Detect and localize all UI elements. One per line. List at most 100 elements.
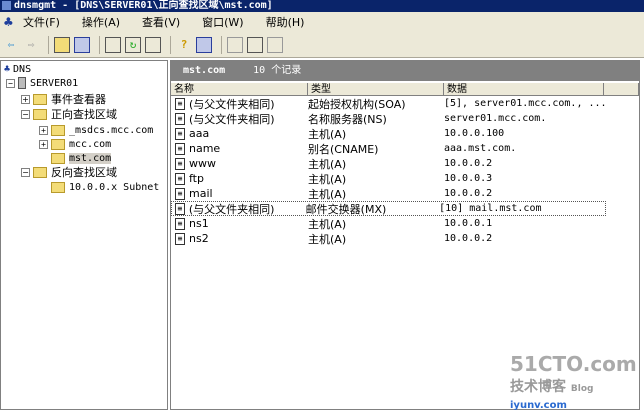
separator	[221, 35, 222, 54]
column-empty	[604, 83, 639, 95]
zone-header: mst.com 10 个记录	[171, 61, 639, 81]
help-icon[interactable]: ?	[176, 37, 192, 53]
record-type: 主机(A)	[308, 157, 347, 171]
tree-node-zone[interactable]: + mcc.com	[39, 137, 111, 151]
show-tree-icon[interactable]	[74, 36, 90, 53]
forward-icon[interactable]: ⇨	[23, 37, 39, 53]
zone-icon	[51, 181, 65, 193]
record-row[interactable]: ≡ (与父文件夹相同) 名称服务器(NS) server01.mcc.com.	[171, 111, 639, 126]
zone-icon	[51, 152, 65, 164]
record-data: 10.0.0.100	[444, 128, 505, 139]
tree-node-dns[interactable]: ♣ DNS	[4, 62, 31, 76]
record-type: 邮件交换器(MX)	[305, 202, 387, 216]
record-type: 主机(A)	[308, 127, 347, 141]
record-icon[interactable]	[247, 36, 263, 53]
event-viewer-icon	[33, 93, 47, 105]
record-type: 起始授权机构(SOA)	[308, 97, 406, 111]
record-data: 10.0.0.2	[444, 158, 493, 169]
record-name: ns1	[189, 217, 209, 230]
back-icon[interactable]: ⇦	[3, 37, 19, 53]
record-row[interactable]: ≡ name 别名(CNAME) aaa.mst.com.	[171, 141, 639, 156]
record-name: www	[189, 157, 216, 170]
tree-node-event-viewer[interactable]: + 事件查看器	[21, 92, 106, 106]
record-row[interactable]: ≡ (与父文件夹相同) 邮件交换器(MX) [10] mail.mst.com	[171, 201, 606, 216]
expand-icon[interactable]: +	[39, 139, 48, 149]
column-name[interactable]: 名称	[171, 83, 308, 95]
export-list-icon[interactable]	[145, 36, 161, 53]
app-icon	[2, 1, 11, 10]
record-data: 10.0.0.2	[444, 188, 493, 199]
tree-node-forward-zones[interactable]: − 正向查找区域	[21, 107, 117, 121]
collapse-icon[interactable]: −	[21, 167, 30, 177]
record-data: [10] mail.mst.com	[439, 203, 542, 214]
tree-pane: ♣ DNS − SERVER01 + 事件查看器 − 正向查找区域 + _msdcs.mc…	[0, 60, 168, 410]
up-folder-icon[interactable]	[54, 36, 70, 53]
copy-icon[interactable]	[267, 36, 283, 53]
record-icon: ≡	[175, 187, 185, 200]
window-title: dnsmgmt - [DNS\SERVER01\正向查找区域\mst.com]	[14, 0, 273, 11]
collapse-icon[interactable]: −	[21, 109, 30, 119]
refresh-icon[interactable]: ↻	[125, 36, 141, 53]
dns-app-icon[interactable]: ♣	[3, 15, 17, 29]
expand-icon[interactable]: +	[21, 94, 30, 104]
record-row[interactable]: ≡ ftp 主机(A) 10.0.0.3	[171, 171, 639, 186]
zone-icon	[51, 138, 65, 150]
properties-icon[interactable]	[105, 36, 121, 53]
records-list: ≡ (与父文件夹相同) 起始授权机构(SOA) [5], server01.mc…	[171, 96, 639, 246]
record-icon: ≡	[175, 202, 185, 215]
record-name: ftp	[189, 172, 204, 185]
record-type: 名称服务器(NS)	[308, 112, 387, 126]
record-name: name	[189, 142, 221, 155]
record-icon: ≡	[175, 232, 185, 245]
record-icon: ≡	[175, 172, 185, 185]
menu-file[interactable]: 文件(F)	[23, 14, 60, 30]
record-icon: ≡	[175, 112, 185, 125]
menu-action[interactable]: 操作(A)	[82, 14, 120, 30]
tree-node-reverse-zones[interactable]: − 反向查找区域	[21, 165, 117, 179]
folder-icon	[33, 108, 47, 120]
column-type[interactable]: 类型	[308, 83, 444, 95]
zone-icon	[51, 124, 65, 136]
record-icon: ≡	[175, 142, 185, 155]
record-row[interactable]: ≡ mail 主机(A) 10.0.0.2	[171, 186, 639, 201]
menu-bar: ♣ 文件(F) 操作(A) 查看(V) 窗口(W) 帮助(H)	[0, 12, 644, 32]
title-bar: dnsmgmt - [DNS\SERVER01\正向查找区域\mst.com]	[0, 0, 644, 12]
record-data: [5], server01.mcc.com., ...	[444, 98, 607, 109]
record-data: 10.0.0.3	[444, 173, 493, 184]
tree-node-zone-selected[interactable]: mst.com	[51, 151, 112, 165]
tree-node-reverse-zone[interactable]: 10.0.0.x Subnet	[51, 180, 159, 194]
menu-window[interactable]: 窗口(W)	[202, 14, 243, 30]
menu-view[interactable]: 查看(V)	[142, 14, 180, 30]
record-data: 10.0.0.2	[444, 233, 493, 244]
menu-help[interactable]: 帮助(H)	[266, 14, 305, 30]
tree-node-zone[interactable]: + _msdcs.mcc.com	[39, 123, 153, 137]
record-type: 主机(A)	[308, 232, 347, 246]
dns-icon: ♣	[4, 63, 11, 75]
console-icon[interactable]	[196, 36, 212, 53]
record-name: (与父文件夹相同)	[189, 112, 275, 126]
record-row[interactable]: ≡ (与父文件夹相同) 起始授权机构(SOA) [5], server01.mc…	[171, 96, 639, 111]
toolbar: ⇦ ⇨ ↻ ?	[0, 32, 644, 58]
record-type: 主机(A)	[308, 217, 347, 231]
record-row[interactable]: ≡ aaa 主机(A) 10.0.0.100	[171, 126, 639, 141]
collapse-icon[interactable]: −	[6, 78, 15, 88]
record-name: mail	[189, 187, 213, 200]
record-row[interactable]: ≡ ns1 主机(A) 10.0.0.1	[171, 216, 639, 231]
expand-icon[interactable]: +	[39, 125, 48, 135]
column-headers: 名称 类型 数据	[171, 83, 639, 96]
record-icon: ≡	[175, 157, 185, 170]
separator	[99, 35, 100, 54]
tree-node-server[interactable]: − SERVER01	[6, 76, 78, 90]
record-row[interactable]: ≡ ns2 主机(A) 10.0.0.2	[171, 231, 639, 246]
server-icon[interactable]	[227, 36, 243, 53]
record-type: 别名(CNAME)	[308, 142, 379, 156]
record-name: (与父文件夹相同)	[189, 97, 275, 111]
record-name: ns2	[189, 232, 209, 245]
record-row[interactable]: ≡ www 主机(A) 10.0.0.2	[171, 156, 639, 171]
watermark: 51CTO.com 技术博客 Blog iyunv.com	[510, 352, 637, 411]
record-type: 主机(A)	[308, 172, 347, 186]
record-name: (与父文件夹相同)	[188, 202, 275, 216]
separator	[170, 35, 171, 54]
column-data[interactable]: 数据	[444, 83, 604, 95]
record-data: server01.mcc.com.	[444, 113, 547, 124]
